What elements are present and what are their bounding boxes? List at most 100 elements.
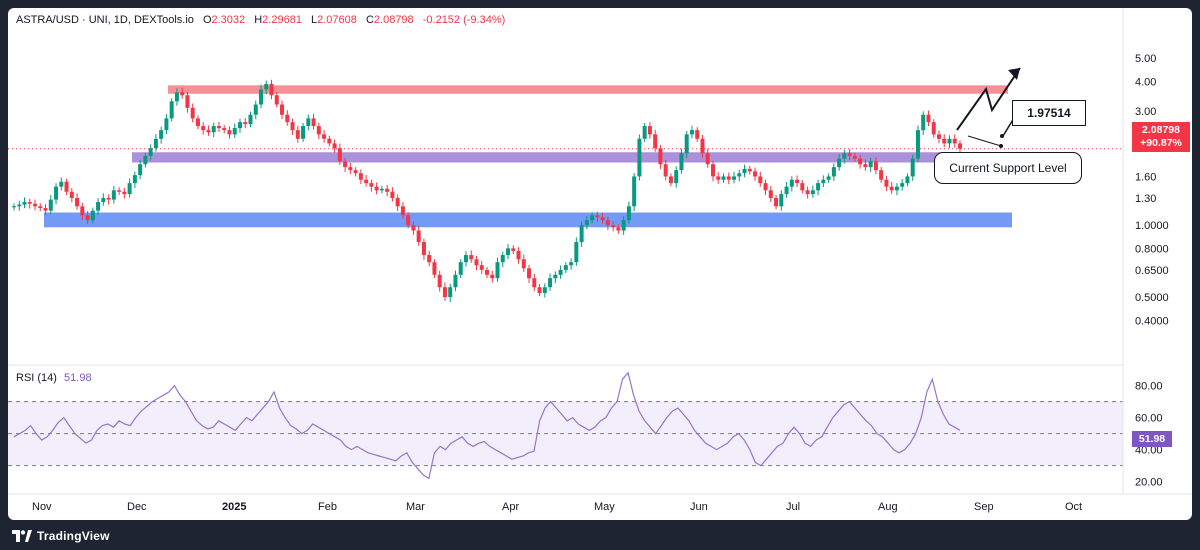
candle-body xyxy=(795,179,800,184)
candle-body xyxy=(400,206,405,216)
tradingview-brand: TradingView xyxy=(37,529,110,543)
candle-body xyxy=(479,265,484,270)
candle-body xyxy=(894,186,899,191)
candle-body xyxy=(364,179,369,184)
candle-body xyxy=(936,134,941,139)
time-tick-label: May xyxy=(594,501,615,513)
candle-body xyxy=(716,176,721,180)
candle-body xyxy=(453,274,458,288)
candle-body xyxy=(527,268,532,279)
candle-body xyxy=(96,202,101,211)
candle-body xyxy=(705,153,710,165)
candle-body xyxy=(111,190,116,200)
candle-body xyxy=(90,210,95,221)
candle-body xyxy=(153,138,158,149)
candle-body xyxy=(753,171,758,177)
support-leader-dot xyxy=(999,144,1003,148)
candle-body xyxy=(180,92,185,96)
candle-body xyxy=(521,259,526,269)
target-price-box: 1.97514 xyxy=(1012,100,1086,126)
zone-support-upper xyxy=(132,152,998,163)
candle-body xyxy=(485,269,489,275)
candle-body xyxy=(280,104,285,115)
candle-body xyxy=(432,262,437,275)
candle-body xyxy=(921,114,926,131)
candle-body xyxy=(837,158,842,168)
candle-body xyxy=(43,208,48,211)
price-tick-label: 0.8000 xyxy=(1135,243,1169,255)
candle-body xyxy=(632,176,637,207)
candle-body xyxy=(900,183,905,187)
candle-body xyxy=(689,130,694,135)
candle-body xyxy=(285,114,290,123)
candle-body xyxy=(327,138,332,144)
candle-body xyxy=(816,183,821,191)
target-leader-dot xyxy=(1000,134,1004,138)
chart-canvas[interactable]: 5.004.003.002.201.601.301.00000.80000.65… xyxy=(8,8,1192,520)
tradingview-logo[interactable]: TradingView xyxy=(12,529,110,543)
candle-body xyxy=(195,118,200,127)
time-tick-label: Jun xyxy=(690,501,708,513)
candle-body xyxy=(605,220,610,226)
candle-body xyxy=(201,126,206,131)
candle-body xyxy=(374,186,379,191)
candle-body xyxy=(558,269,563,275)
rsi-legend: RSI (14) 51.98 xyxy=(16,372,92,384)
rsi-label[interactable]: RSI (14) xyxy=(16,372,57,384)
candle-body xyxy=(958,143,962,149)
candle-body xyxy=(789,179,794,187)
candle-body xyxy=(700,138,705,154)
candle-body xyxy=(721,176,726,180)
candle-body xyxy=(626,206,631,221)
candle-body xyxy=(542,287,547,294)
candle-body xyxy=(243,122,248,125)
candle-body xyxy=(442,287,447,298)
candle-body xyxy=(395,197,400,207)
last-price-value: 2.08798 xyxy=(1142,124,1180,136)
time-tick-label: Dec xyxy=(127,501,147,513)
symbol-title[interactable]: ASTRA/USD · UNI, 1D, DEXTools.io xyxy=(16,14,194,26)
time-tick-label: Oct xyxy=(1065,501,1082,513)
candle-body xyxy=(59,181,64,187)
candle-body xyxy=(658,148,663,165)
low-value: 2.07608 xyxy=(317,14,357,26)
candle-body xyxy=(448,287,453,298)
candle-body xyxy=(64,181,69,192)
candle-body xyxy=(48,199,53,211)
candle-body xyxy=(800,183,805,191)
candle-body xyxy=(674,170,679,184)
open-value: 2.3032 xyxy=(211,14,246,26)
candle-body xyxy=(69,191,74,198)
candle-body xyxy=(910,158,915,177)
rsi-badge: 51.98 xyxy=(1132,431,1172,447)
candle-body xyxy=(516,250,521,260)
change-value: -0.2152 (-9.34%) xyxy=(422,14,506,26)
candle-body xyxy=(33,203,38,207)
candle-body xyxy=(831,167,836,177)
rsi-tick-label: 80.00 xyxy=(1135,381,1163,393)
candle-body xyxy=(437,274,442,288)
candle-body xyxy=(663,164,668,177)
candle-body xyxy=(684,134,689,154)
candle-body xyxy=(343,161,348,168)
candle-body xyxy=(416,230,421,243)
candle-body xyxy=(495,262,500,279)
candle-body xyxy=(842,153,847,159)
candle-body xyxy=(548,278,553,288)
candle-body xyxy=(127,183,132,195)
candle-body xyxy=(826,176,831,180)
time-tick-label: Aug xyxy=(878,501,898,513)
candle-body xyxy=(269,83,274,96)
candle-body xyxy=(211,126,216,133)
zone-resistance xyxy=(168,85,1008,94)
candle-body xyxy=(642,126,647,139)
candle-body xyxy=(647,126,652,135)
price-tick-label: 1.0000 xyxy=(1135,220,1169,232)
candle-body xyxy=(579,225,584,243)
support-leader-line xyxy=(967,135,1002,147)
candle-body xyxy=(12,206,16,208)
candle-body xyxy=(926,114,931,123)
candle-body xyxy=(174,92,179,102)
candle-body xyxy=(101,197,106,203)
target-price-text: 1.97514 xyxy=(1027,106,1071,120)
